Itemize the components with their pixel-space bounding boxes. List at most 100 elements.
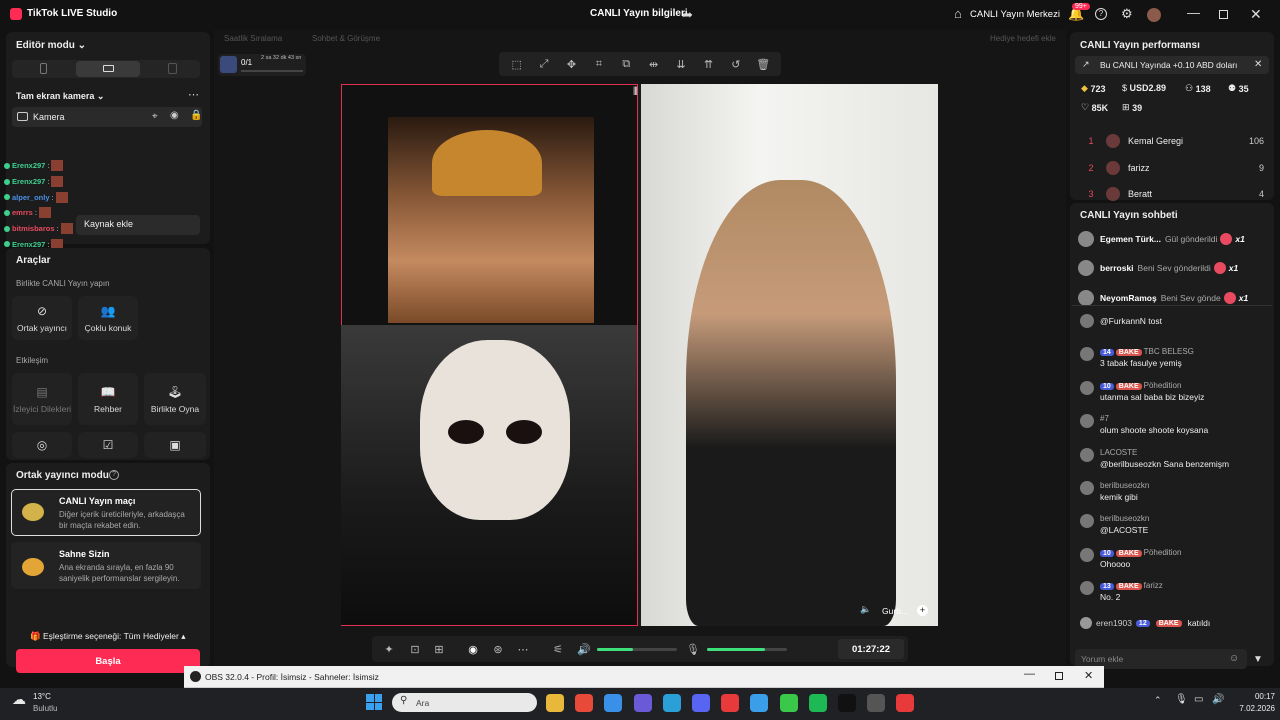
- avatar[interactable]: [1147, 8, 1161, 22]
- viewer-requests-button[interactable]: ▤ İzleyici Dilekleri: [12, 373, 72, 425]
- tray-volume-icon[interactable]: 🔊: [1212, 694, 1224, 705]
- message-list: @FurkannN tost 14 BAKE TBC BELESG 3 tabak fa…: [1080, 314, 1266, 615]
- store-icon[interactable]: [604, 694, 623, 712]
- overlay-chat-user: alper_only: [12, 192, 50, 202]
- speaker-icon[interactable]: 🔊: [575, 640, 593, 658]
- info-icon[interactable]: ?: [109, 470, 119, 480]
- start-button[interactable]: Başla: [16, 649, 200, 673]
- camera-icon: [17, 112, 28, 121]
- chat-avatar: [1080, 514, 1094, 529]
- opera-icon[interactable]: [721, 694, 740, 712]
- chat-message-header: berilbuseozkn: [1100, 514, 1149, 523]
- teams-icon[interactable]: [633, 694, 652, 712]
- tab-chat-call[interactable]: Sohbet & Görüşme: [312, 34, 380, 43]
- discord-icon[interactable]: [691, 694, 710, 712]
- maximize-icon[interactable]: [1219, 10, 1228, 19]
- tool-button-6[interactable]: ▣: [144, 432, 206, 458]
- crosshair-icon[interactable]: ⌖: [152, 111, 158, 122]
- notification-badge: 99+: [1072, 3, 1090, 10]
- portrait-layout-icon[interactable]: [40, 63, 47, 74]
- share-icon[interactable]: ➦: [682, 8, 693, 22]
- magic-icon[interactable]: ✦: [380, 640, 398, 658]
- layer-up-icon[interactable]: ⇈: [699, 55, 717, 73]
- crop-icon[interactable]: ⌗: [590, 55, 608, 73]
- stat-usd: $ USD2.89: [1122, 83, 1167, 93]
- overlay-chat-thumb: [38, 207, 51, 219]
- help-icon[interactable]: ?: [1095, 8, 1107, 20]
- close-icon[interactable]: ✕: [1250, 7, 1262, 21]
- play-together-button[interactable]: 🕹 Birlikte Oyna: [144, 373, 206, 425]
- cohost-button[interactable]: ⊘ Ortak yayıncı: [12, 296, 72, 340]
- multiguest-button[interactable]: 👥 Çoklu konuk: [78, 296, 138, 340]
- gift-user: Egemen Türk...: [1100, 233, 1161, 244]
- banner-close-icon[interactable]: ✕: [1254, 59, 1262, 70]
- emoji-icon[interactable]: ☺: [1229, 653, 1239, 664]
- guide-button[interactable]: 📖 Rehber: [78, 373, 138, 425]
- split-layout-icon[interactable]: [168, 63, 177, 74]
- ranking-row[interactable]: 2 farizz 9: [1080, 155, 1264, 182]
- edge-icon[interactable]: [662, 694, 681, 712]
- more-options-icon[interactable]: ⋯: [514, 640, 532, 658]
- chat-avatar: [1080, 414, 1094, 429]
- split-handle-icon[interactable]: ⦀: [633, 86, 638, 99]
- rotate-icon[interactable]: ↺: [727, 55, 745, 73]
- editor-mode-dropdown[interactable]: Editör modu ⌄: [16, 40, 86, 51]
- ranking-row[interactable]: 1 Kemal Geregi 106: [1080, 128, 1264, 155]
- eye-icon[interactable]: ◉: [170, 110, 179, 121]
- tray-display-icon[interactable]: ▭: [1194, 694, 1203, 705]
- tray-mic-icon[interactable]: 🎙: [1175, 694, 1188, 705]
- overlay-chat-colon: :: [51, 192, 54, 202]
- layer-down-icon[interactable]: ⇊: [672, 55, 690, 73]
- obs-minimize-icon[interactable]: —: [1024, 668, 1035, 680]
- tray-chevron-icon[interactable]: ⌃: [1154, 695, 1162, 706]
- chat-message-header: berilbuseozkn: [1100, 481, 1149, 490]
- trash-icon[interactable]: 🗑: [754, 55, 772, 73]
- match-pref-dropdown[interactable]: 🎁 Eşleştirme seçeneği: Tüm Hediyeler ▴: [30, 631, 186, 642]
- live-center-link[interactable]: CANLI Yayın Merkezi: [970, 9, 1060, 20]
- more-icon[interactable]: ⋯: [188, 88, 199, 101]
- minimize-icon[interactable]: —: [1187, 6, 1200, 20]
- obs-maximize-icon[interactable]: [1055, 672, 1063, 680]
- taskbar-search[interactable]: [392, 693, 537, 712]
- tiktok-icon[interactable]: [837, 694, 856, 712]
- obs-close-icon[interactable]: ✕: [1084, 669, 1093, 682]
- camera-toggle-icon[interactable]: ⊛: [489, 640, 507, 658]
- tool-button-5[interactable]: ☑: [78, 432, 138, 458]
- center-icon[interactable]: ✥: [562, 55, 580, 73]
- obs-icon[interactable]: [867, 694, 886, 712]
- tool-button-4[interactable]: ◎: [12, 432, 72, 458]
- scene-dropdown[interactable]: Tam ekran kamera ⌄: [16, 91, 104, 102]
- join-text: katıldı: [1187, 618, 1211, 628]
- flip-icon[interactable]: ⇹: [645, 55, 663, 73]
- chrome-icon[interactable]: [575, 694, 594, 712]
- gear-icon[interactable]: ⚙: [1121, 7, 1133, 21]
- guest-add-icon[interactable]: +: [917, 605, 928, 616]
- chat-message-header: 13 BAKE farizz: [1100, 581, 1163, 591]
- record-icon[interactable]: ◉: [464, 640, 482, 658]
- expand-icon[interactable]: ⤢: [535, 55, 553, 73]
- chrome-alt-icon[interactable]: [779, 694, 798, 712]
- divider: [1072, 305, 1272, 306]
- lock-icon[interactable]: 🔒: [190, 110, 202, 121]
- home-icon[interactable]: ⌂: [954, 7, 962, 21]
- status-dot-icon: [4, 178, 10, 185]
- screen-icon[interactable]: ⊞: [430, 640, 448, 658]
- youtube-icon[interactable]: [896, 694, 915, 712]
- live-info-title[interactable]: CANLI Yayın bilgileri: [590, 8, 688, 19]
- spotify-icon[interactable]: [808, 694, 827, 712]
- tab-hourly-ranking[interactable]: Saatlik Sıralama: [224, 34, 282, 43]
- microphone-icon[interactable]: 🎙: [684, 640, 702, 658]
- chat-user: Pöhedition: [1143, 547, 1182, 557]
- weather-icon[interactable]: ☁: [12, 691, 26, 708]
- overlay-chat-line: alper_only:: [4, 189, 84, 205]
- copy-icon[interactable]: ⧉: [617, 55, 635, 73]
- effects-icon[interactable]: ⊡: [406, 640, 424, 658]
- select-icon[interactable]: ⬚: [508, 55, 526, 73]
- gift-goal-link[interactable]: Hediye hedefi ekle: [990, 34, 1056, 43]
- settings-sliders-icon[interactable]: ⚟: [549, 640, 567, 658]
- windows-start-icon[interactable]: [366, 694, 382, 710]
- mail-icon[interactable]: [750, 694, 769, 712]
- filter-icon[interactable]: ▼: [1253, 654, 1263, 665]
- file-explorer-icon[interactable]: [546, 694, 564, 712]
- guest-volume-icon[interactable]: 🔈: [860, 604, 871, 615]
